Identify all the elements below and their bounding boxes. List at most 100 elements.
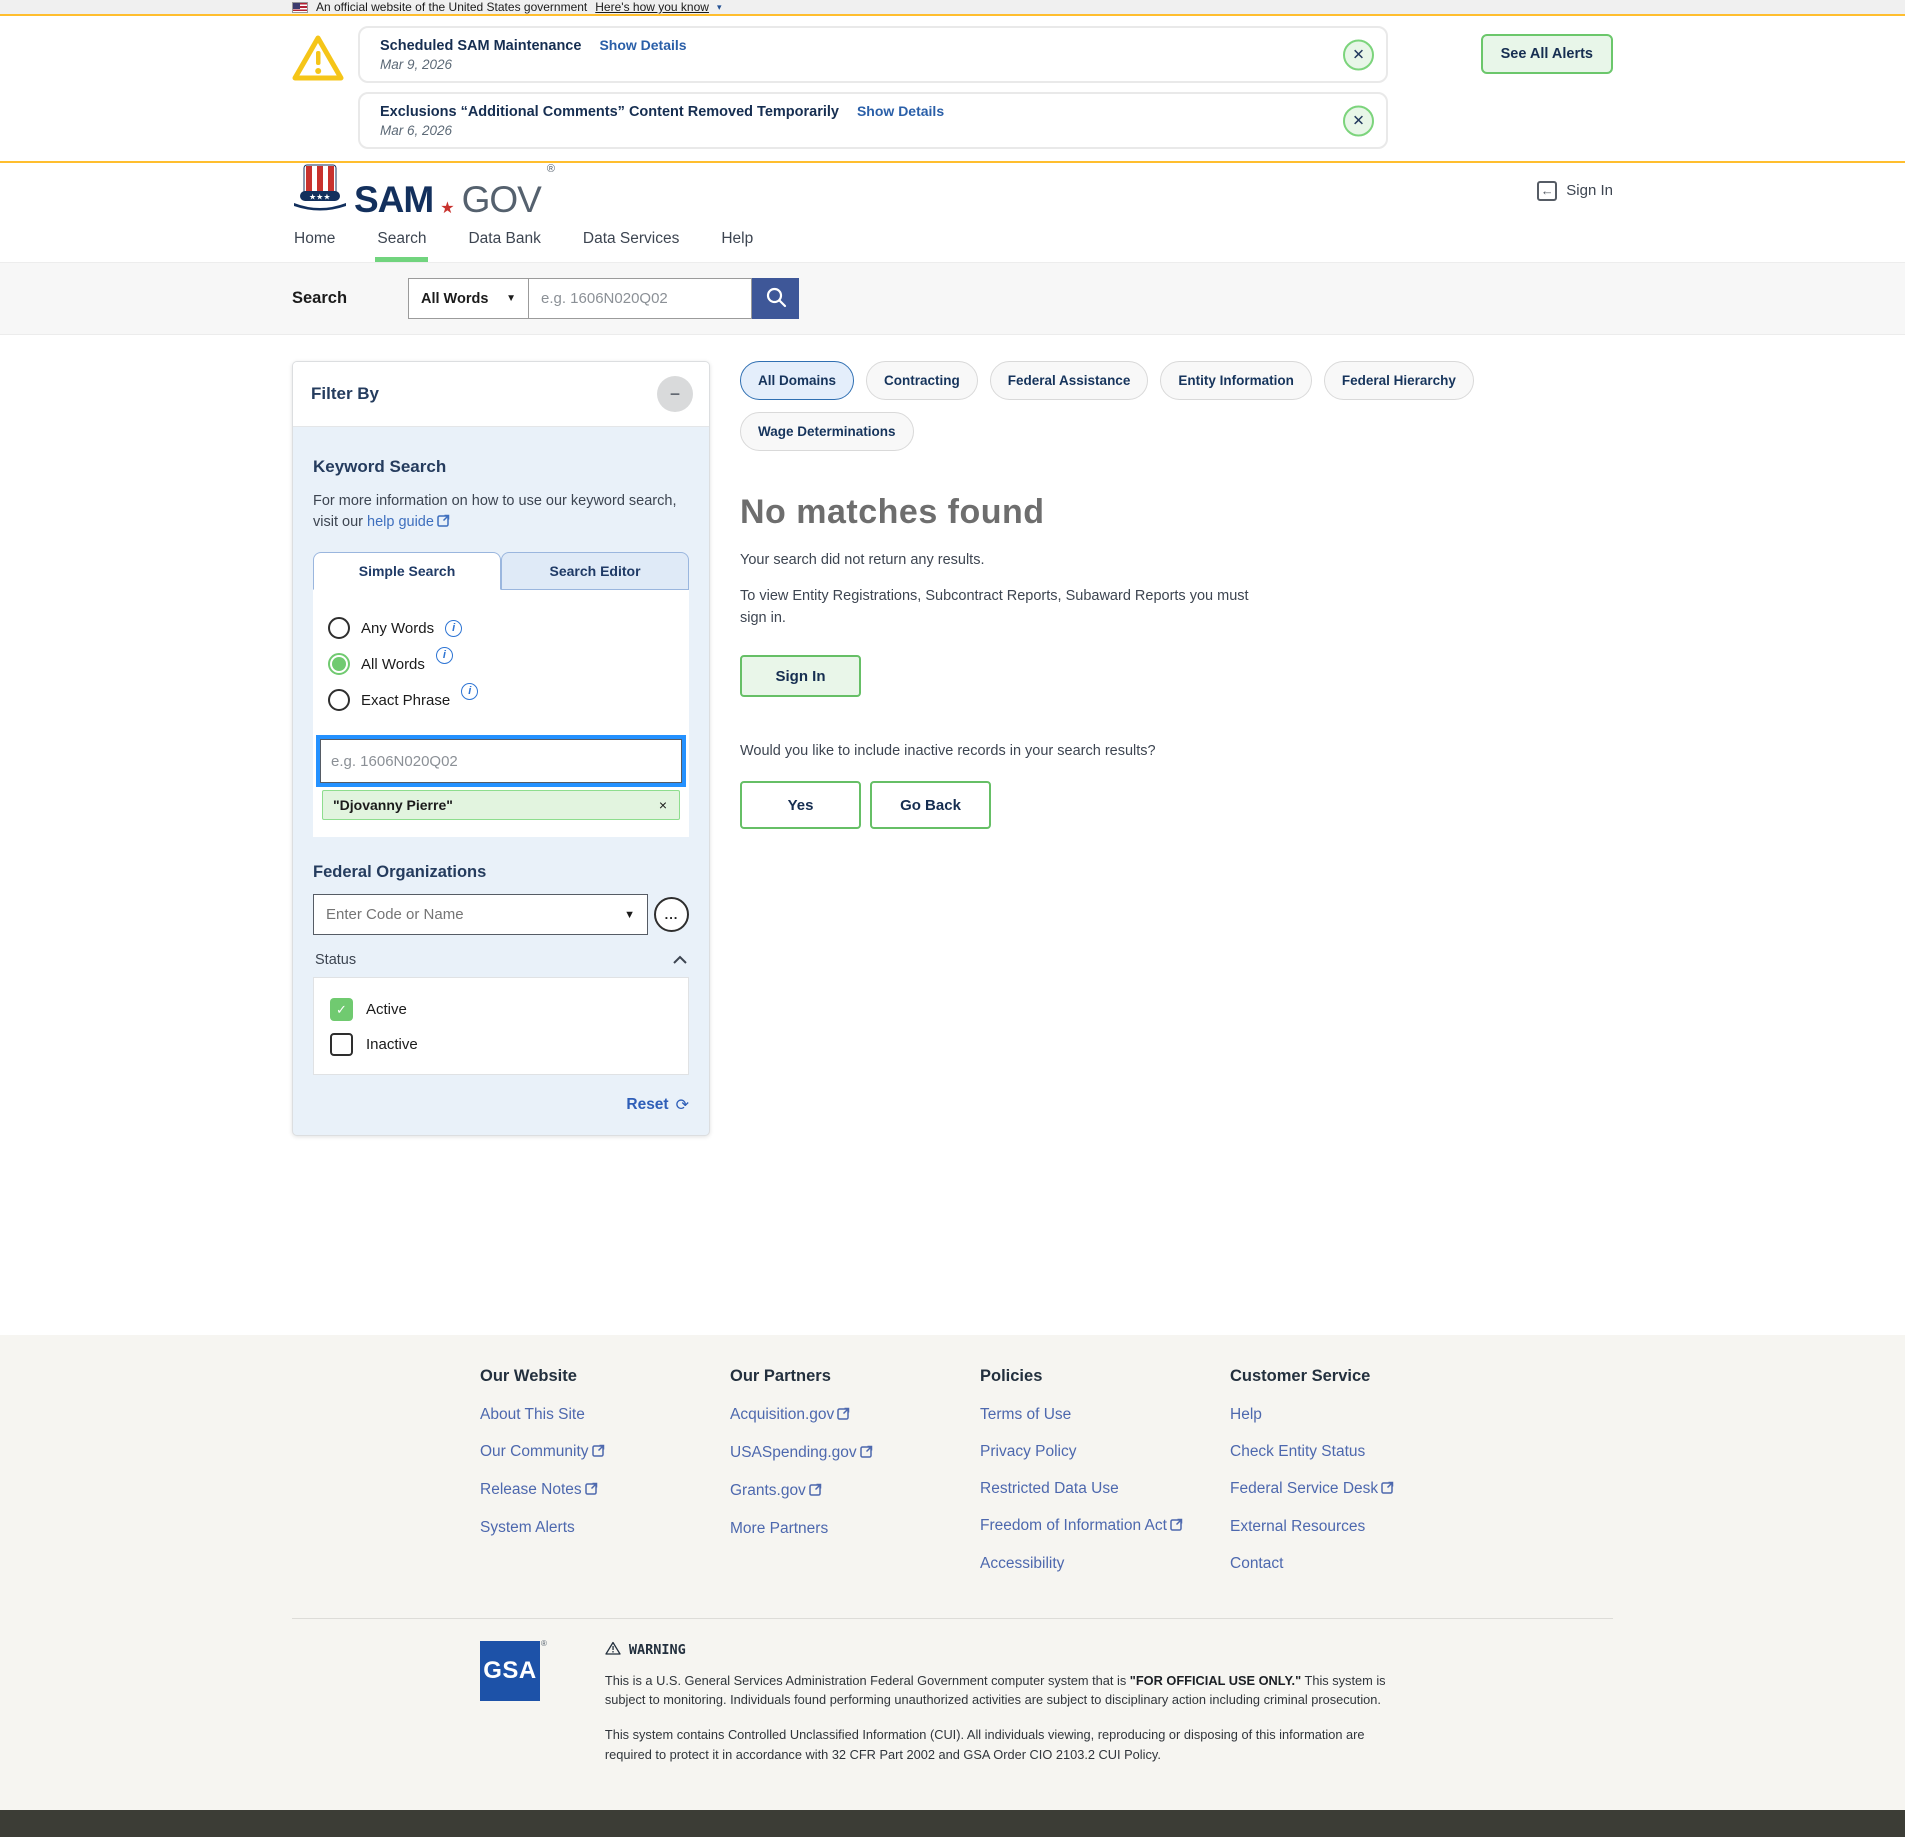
status-active-row[interactable]: ✓ Active bbox=[330, 998, 672, 1021]
reset-refresh-icon: ⟳ bbox=[676, 1095, 689, 1115]
chevron-up-icon[interactable] bbox=[673, 951, 687, 969]
footer-link-foia[interactable]: Freedom of Information Act bbox=[980, 1517, 1230, 1536]
filter-by-title: Filter By bbox=[311, 384, 379, 404]
keyword-tag: "Djovanny Pierre" × bbox=[322, 790, 680, 820]
pill-contracting[interactable]: Contracting bbox=[866, 361, 978, 400]
footer-col-our-partners: Our Partners Acquisition.gov USASpending… bbox=[730, 1367, 980, 1592]
main-content: Filter By − Keyword Search For more info… bbox=[292, 335, 1613, 1335]
radio-all-words[interactable] bbox=[328, 653, 350, 675]
keyword-search-input[interactable] bbox=[320, 739, 682, 783]
footer-link-privacy-policy[interactable]: Privacy Policy bbox=[980, 1443, 1230, 1461]
svg-text:★★★: ★★★ bbox=[309, 193, 331, 202]
tab-simple-search[interactable]: Simple Search bbox=[313, 552, 501, 590]
collapse-filters-button[interactable]: − bbox=[657, 376, 693, 412]
alert-close-button[interactable]: ✕ bbox=[1343, 105, 1374, 136]
footer-link-columns: Our Website About This Site Our Communit… bbox=[292, 1335, 1613, 1618]
status-inactive-row[interactable]: Inactive bbox=[330, 1033, 672, 1056]
alert-show-details-link[interactable]: Show Details bbox=[857, 103, 944, 119]
filter-panel: Filter By − Keyword Search For more info… bbox=[292, 361, 710, 1136]
footer-col-customer-service: Customer Service Help Check Entity Statu… bbox=[1230, 1367, 1480, 1592]
magnifier-icon bbox=[765, 286, 787, 311]
federal-org-select[interactable]: Enter Code or Name ▼ bbox=[313, 894, 648, 935]
pill-wage-determinations[interactable]: Wage Determinations bbox=[740, 412, 914, 451]
alert-show-details-link[interactable]: Show Details bbox=[599, 37, 686, 53]
radio-exact-phrase[interactable] bbox=[328, 689, 350, 711]
uncle-sam-hat-icon: ★★★ bbox=[292, 163, 348, 218]
footer-link-about-this-site[interactable]: About This Site bbox=[480, 1406, 730, 1424]
footer-link-more-partners[interactable]: More Partners bbox=[730, 1520, 980, 1538]
status-section-title: Status bbox=[315, 952, 356, 968]
yes-button[interactable]: Yes bbox=[740, 781, 861, 829]
header-sign-in-link[interactable]: ← Sign In bbox=[1537, 181, 1613, 201]
footer-link-external-resources[interactable]: External Resources bbox=[1230, 1518, 1480, 1536]
radio-any-words[interactable] bbox=[328, 617, 350, 639]
site-header: ★★★ SAM ★ GOV ® ← Sign In bbox=[292, 163, 1613, 218]
go-back-button[interactable]: Go Back bbox=[870, 781, 991, 829]
search-submit-button[interactable] bbox=[752, 278, 799, 319]
checkbox-inactive-unchecked[interactable] bbox=[330, 1033, 353, 1056]
footer-link-help[interactable]: Help bbox=[1230, 1406, 1480, 1424]
search-type-dropdown[interactable]: All Words ▼ bbox=[408, 278, 528, 319]
footer-link-acquisition-gov[interactable]: Acquisition.gov bbox=[730, 1406, 980, 1425]
federal-org-placeholder: Enter Code or Name bbox=[326, 906, 464, 923]
help-guide-link[interactable]: help guide bbox=[367, 514, 450, 530]
footer-link-release-notes[interactable]: Release Notes bbox=[480, 1481, 730, 1500]
pill-all-domains[interactable]: All Domains bbox=[740, 361, 854, 400]
caret-down-icon: ▼ bbox=[506, 293, 516, 304]
info-icon[interactable]: i bbox=[436, 647, 453, 664]
nav-item-home[interactable]: Home bbox=[292, 218, 337, 262]
site-footer: Our Website About This Site Our Communit… bbox=[0, 1335, 1905, 1810]
simple-search-panel: Any Words i All Words i Exact Phrase i bbox=[313, 590, 689, 837]
remove-tag-icon[interactable]: × bbox=[657, 797, 669, 813]
footer-link-usaspending-gov[interactable]: USASpending.gov bbox=[730, 1444, 980, 1463]
reset-filters-link[interactable]: Reset ⟳ bbox=[313, 1095, 689, 1115]
nav-item-help[interactable]: Help bbox=[719, 218, 755, 262]
footer-link-federal-service-desk[interactable]: Federal Service Desk bbox=[1230, 1480, 1480, 1499]
pill-federal-hierarchy[interactable]: Federal Hierarchy bbox=[1324, 361, 1474, 400]
pill-federal-assistance[interactable]: Federal Assistance bbox=[990, 361, 1149, 400]
tab-search-editor[interactable]: Search Editor bbox=[501, 552, 689, 590]
external-link-icon bbox=[809, 1483, 822, 1501]
nav-item-search[interactable]: Search bbox=[375, 218, 428, 262]
nav-item-data-services[interactable]: Data Services bbox=[581, 218, 681, 262]
footer-link-restricted-data-use[interactable]: Restricted Data Use bbox=[980, 1480, 1230, 1498]
see-all-alerts-button[interactable]: See All Alerts bbox=[1481, 34, 1613, 74]
external-link-icon bbox=[1381, 1481, 1394, 1499]
federal-org-more-button[interactable]: ... bbox=[654, 897, 689, 932]
external-link-icon bbox=[592, 1444, 605, 1462]
warning-title: WARNING bbox=[629, 1642, 686, 1658]
us-flag-icon bbox=[292, 2, 308, 13]
radio-all-words-label: All Words bbox=[361, 656, 425, 673]
footer-link-terms-of-use[interactable]: Terms of Use bbox=[980, 1406, 1230, 1424]
info-icon[interactable]: i bbox=[461, 683, 478, 700]
alert-title: Scheduled SAM Maintenance bbox=[380, 38, 581, 54]
keyword-search-tabs: Simple Search Search Editor bbox=[313, 552, 689, 590]
external-link-icon bbox=[860, 1445, 873, 1463]
search-label: Search bbox=[292, 289, 408, 308]
footer-col-title: Policies bbox=[980, 1367, 1230, 1386]
footer-col-title: Our Partners bbox=[730, 1367, 980, 1386]
footer-link-check-entity-status[interactable]: Check Entity Status bbox=[1230, 1443, 1480, 1461]
info-icon[interactable]: i bbox=[445, 620, 462, 637]
footer-link-grants-gov[interactable]: Grants.gov bbox=[730, 1482, 980, 1501]
alert-warning-triangle-icon bbox=[292, 34, 344, 87]
top-search-input[interactable] bbox=[528, 278, 752, 319]
pill-entity-information[interactable]: Entity Information bbox=[1160, 361, 1312, 400]
warning-block: WARNING This is a U.S. General Services … bbox=[605, 1641, 1405, 1780]
search-results-area: All Domains Contracting Federal Assistan… bbox=[740, 361, 1613, 829]
sam-gov-logo[interactable]: ★★★ SAM ★ GOV ® bbox=[292, 163, 555, 218]
footer-link-contact[interactable]: Contact bbox=[1230, 1555, 1480, 1573]
heres-how-you-know-link[interactable]: Here's how you know bbox=[595, 0, 709, 14]
footer-link-system-alerts[interactable]: System Alerts bbox=[480, 1519, 730, 1537]
nav-item-data-bank[interactable]: Data Bank bbox=[466, 218, 542, 262]
warning-paragraph-2: This system contains Controlled Unclassi… bbox=[605, 1725, 1405, 1763]
alert-close-button[interactable]: ✕ bbox=[1343, 39, 1374, 70]
results-sign-in-button[interactable]: Sign In bbox=[740, 655, 861, 697]
logo-sam-text: SAM bbox=[354, 181, 433, 218]
external-link-icon bbox=[837, 1407, 850, 1425]
footer-link-our-community[interactable]: Our Community bbox=[480, 1443, 730, 1462]
gov-banner: An official website of the United States… bbox=[0, 0, 1905, 14]
checkbox-active-checked[interactable]: ✓ bbox=[330, 998, 353, 1021]
footer-link-accessibility[interactable]: Accessibility bbox=[980, 1555, 1230, 1573]
reset-label: Reset bbox=[626, 1096, 668, 1114]
